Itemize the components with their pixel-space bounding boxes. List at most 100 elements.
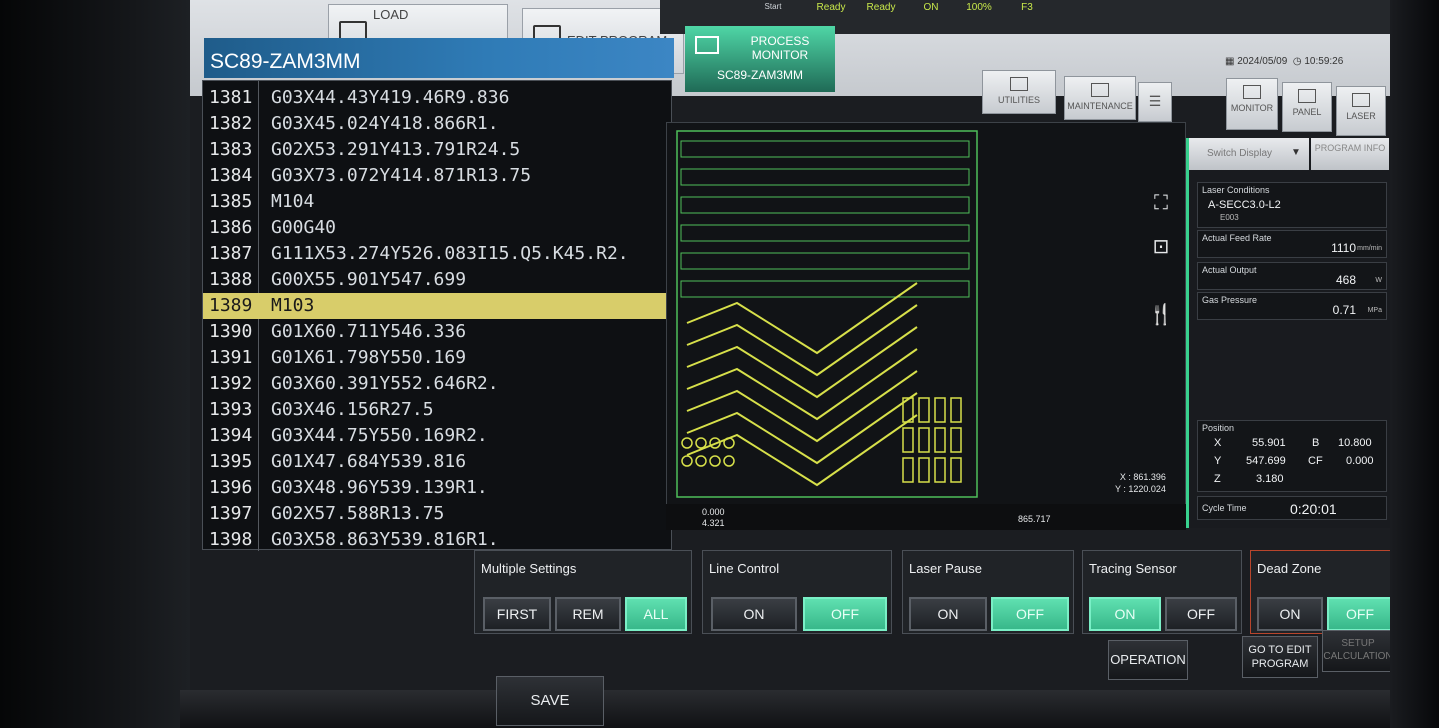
program-line[interactable]: 1381 G03X44.43Y419.46R9.836 bbox=[203, 85, 673, 111]
chevron-part bbox=[686, 370, 918, 443]
laser-pause-group: Laser Pause ON OFF bbox=[902, 550, 1074, 634]
switch-display-select[interactable]: Switch Display ▼ bbox=[1189, 138, 1309, 170]
gas-pressure-box: Gas Pressure 0.71 MPa bbox=[1197, 292, 1387, 320]
program-line[interactable]: 1391 G01X61.798Y550.169 bbox=[203, 345, 673, 371]
coord-y: Y : 1220.024 bbox=[1115, 484, 1166, 494]
fit-view-icon[interactable]: ⛶ bbox=[1147, 189, 1175, 217]
tracing-sensor-on-button[interactable]: ON bbox=[1089, 597, 1161, 631]
laser-conditions-box: Laser Conditions A-SECC3.0-L2 E003 bbox=[1197, 182, 1387, 228]
status-ready-2: Ready bbox=[866, 2, 896, 13]
cnc-screen: LOAD EDIT PROGRAM Start Ready Ready ON 1… bbox=[190, 0, 1390, 690]
menu-button[interactable]: ☰ bbox=[1138, 82, 1172, 122]
program-title: SC89-ZAM3MM bbox=[204, 38, 674, 78]
program-line[interactable]: 1397 G02X57.588R13.75 bbox=[203, 501, 673, 527]
line-number: 1388 bbox=[209, 269, 253, 290]
preview-canvas bbox=[676, 130, 978, 498]
save-button[interactable]: SAVE bbox=[496, 676, 604, 726]
utilities-button[interactable]: UTILITIES bbox=[982, 70, 1056, 114]
laser-icon bbox=[1352, 93, 1370, 107]
rail-part bbox=[680, 196, 970, 214]
line-control-on-button[interactable]: ON bbox=[711, 597, 797, 631]
line-number: 1386 bbox=[209, 217, 253, 238]
program-line[interactable]: 1389 M103 bbox=[203, 293, 673, 319]
program-line[interactable]: 1394 G03X44.75Y550.169R2. bbox=[203, 423, 673, 449]
laser-pause-on-button[interactable]: ON bbox=[909, 597, 987, 631]
maintenance-button[interactable]: MAINTENANCE bbox=[1064, 76, 1136, 120]
laser-conditions-value: A-SECC3.0-L2 bbox=[1208, 199, 1281, 211]
feed-rate-box: Actual Feed Rate 1110 mm/min bbox=[1197, 230, 1387, 258]
program-line[interactable]: 1388 G00X55.901Y547.699 bbox=[203, 267, 673, 293]
line-control-off-button[interactable]: OFF bbox=[803, 597, 887, 631]
monitor-button[interactable]: MONITOR bbox=[1226, 78, 1278, 130]
program-line[interactable]: 1396 G03X48.96Y539.139R1. bbox=[203, 475, 673, 501]
program-line[interactable]: 1395 G01X47.684Y539.816 bbox=[203, 449, 673, 475]
line-code: G02X53.291Y413.791R24.5 bbox=[271, 139, 521, 160]
tracing-sensor-off-button[interactable]: OFF bbox=[1165, 597, 1237, 631]
operation-button[interactable]: OPERATION bbox=[1108, 640, 1188, 680]
zoom-area-icon[interactable]: ⊡ bbox=[1147, 233, 1175, 261]
small-part bbox=[695, 455, 707, 467]
program-listing[interactable]: 1381 G03X44.43Y419.46R9.836 1382 G03X45.024… bbox=[202, 80, 673, 551]
rail-part bbox=[680, 140, 970, 158]
tools-icon[interactable]: 🍴 bbox=[1147, 301, 1175, 329]
monitor-small-icon bbox=[1243, 85, 1261, 99]
go-to-edit-program-button[interactable]: GO TO EDIT PROGRAM bbox=[1242, 636, 1318, 678]
setup-calculation-button[interactable]: SETUP CALCULATION bbox=[1322, 630, 1390, 672]
coord-x: X : 861.396 bbox=[1119, 472, 1166, 482]
strip-part bbox=[950, 397, 962, 423]
line-code: G00X55.901Y547.699 bbox=[271, 269, 467, 290]
tracing-sensor-group: Tracing Sensor ON OFF bbox=[1082, 550, 1242, 634]
program-line[interactable]: 1393 G03X46.156R27.5 bbox=[203, 397, 673, 423]
laser-pause-off-button[interactable]: OFF bbox=[991, 597, 1069, 631]
program-line[interactable]: 1384 G03X73.072Y414.871R13.75 bbox=[203, 163, 673, 189]
output-box: Actual Output 468 W bbox=[1197, 262, 1387, 290]
position-box: Position X 55.901 B 10.800 Y 547.699 CF … bbox=[1197, 420, 1387, 492]
datetime: ▦ 2024/05/09 ◷ 10:59:26 bbox=[1225, 56, 1343, 67]
time-text: 10:59:26 bbox=[1304, 56, 1344, 67]
program-line[interactable]: 1387 G111X53.274Y526.083I15.Q5.K45.R2. bbox=[203, 241, 673, 267]
chevron-part bbox=[686, 282, 918, 355]
program-line[interactable]: 1382 G03X45.024Y418.866R1. bbox=[203, 111, 673, 137]
line-number: 1392 bbox=[209, 373, 253, 394]
chevron-part bbox=[686, 326, 918, 399]
tab-process-monitor[interactable]: PROCESS MONITOR SC89-ZAM3MM bbox=[685, 26, 835, 92]
line-number: 1393 bbox=[209, 399, 253, 420]
line-number: 1395 bbox=[209, 451, 253, 472]
monitor-icon bbox=[695, 36, 719, 54]
program-info-button[interactable]: PROGRAM INFO bbox=[1311, 138, 1389, 170]
program-line[interactable]: 1390 G01X60.711Y546.336 bbox=[203, 319, 673, 345]
strip-part bbox=[902, 427, 914, 453]
axis-start-sub: 4.321 bbox=[702, 518, 725, 528]
dead-zone-off-button[interactable]: OFF bbox=[1327, 597, 1390, 631]
small-part bbox=[681, 437, 693, 449]
strip-part bbox=[918, 397, 930, 423]
date-text: 2024/05/09 bbox=[1237, 56, 1288, 67]
small-part bbox=[723, 455, 735, 467]
position-z: 3.180 bbox=[1256, 473, 1284, 485]
tab-process-monitor-program: SC89-ZAM3MM bbox=[716, 68, 803, 82]
cut-path-preview[interactable]: ⛶ ⊡ 🍴 X : 861.396 Y : 1220.024 bbox=[666, 122, 1186, 530]
position-x: 55.901 bbox=[1252, 437, 1286, 449]
monitor-bezel-left bbox=[0, 0, 190, 728]
maintenance-icon bbox=[1091, 83, 1109, 97]
program-line[interactable]: 1385 M104 bbox=[203, 189, 673, 215]
chevron-part bbox=[686, 304, 918, 377]
feed-rate-value: 1110 bbox=[1331, 241, 1356, 255]
status-f3: F3 bbox=[1021, 2, 1033, 13]
line-code: G02X57.588R13.75 bbox=[271, 503, 445, 524]
menu-icon: ☰ bbox=[1148, 93, 1162, 109]
first-button[interactable]: FIRST bbox=[483, 597, 551, 631]
program-line[interactable]: 1383 G02X53.291Y413.791R24.5 bbox=[203, 137, 673, 163]
panel-button[interactable]: PANEL bbox=[1282, 82, 1332, 132]
program-line[interactable]: 1386 G00G40 bbox=[203, 215, 673, 241]
axis-end: 865.717 bbox=[1018, 514, 1051, 524]
dead-zone-on-button[interactable]: ON bbox=[1257, 597, 1323, 631]
rem-button[interactable]: REM bbox=[555, 597, 621, 631]
laser-button[interactable]: LASER bbox=[1336, 86, 1386, 136]
program-line[interactable]: 1392 G03X60.391Y552.646R2. bbox=[203, 371, 673, 397]
rail-part bbox=[680, 168, 970, 186]
line-control-group: Line Control ON OFF bbox=[702, 550, 892, 634]
status-override: 100% bbox=[966, 2, 992, 13]
all-button[interactable]: ALL bbox=[625, 597, 687, 631]
line-number: 1398 bbox=[209, 529, 253, 550]
